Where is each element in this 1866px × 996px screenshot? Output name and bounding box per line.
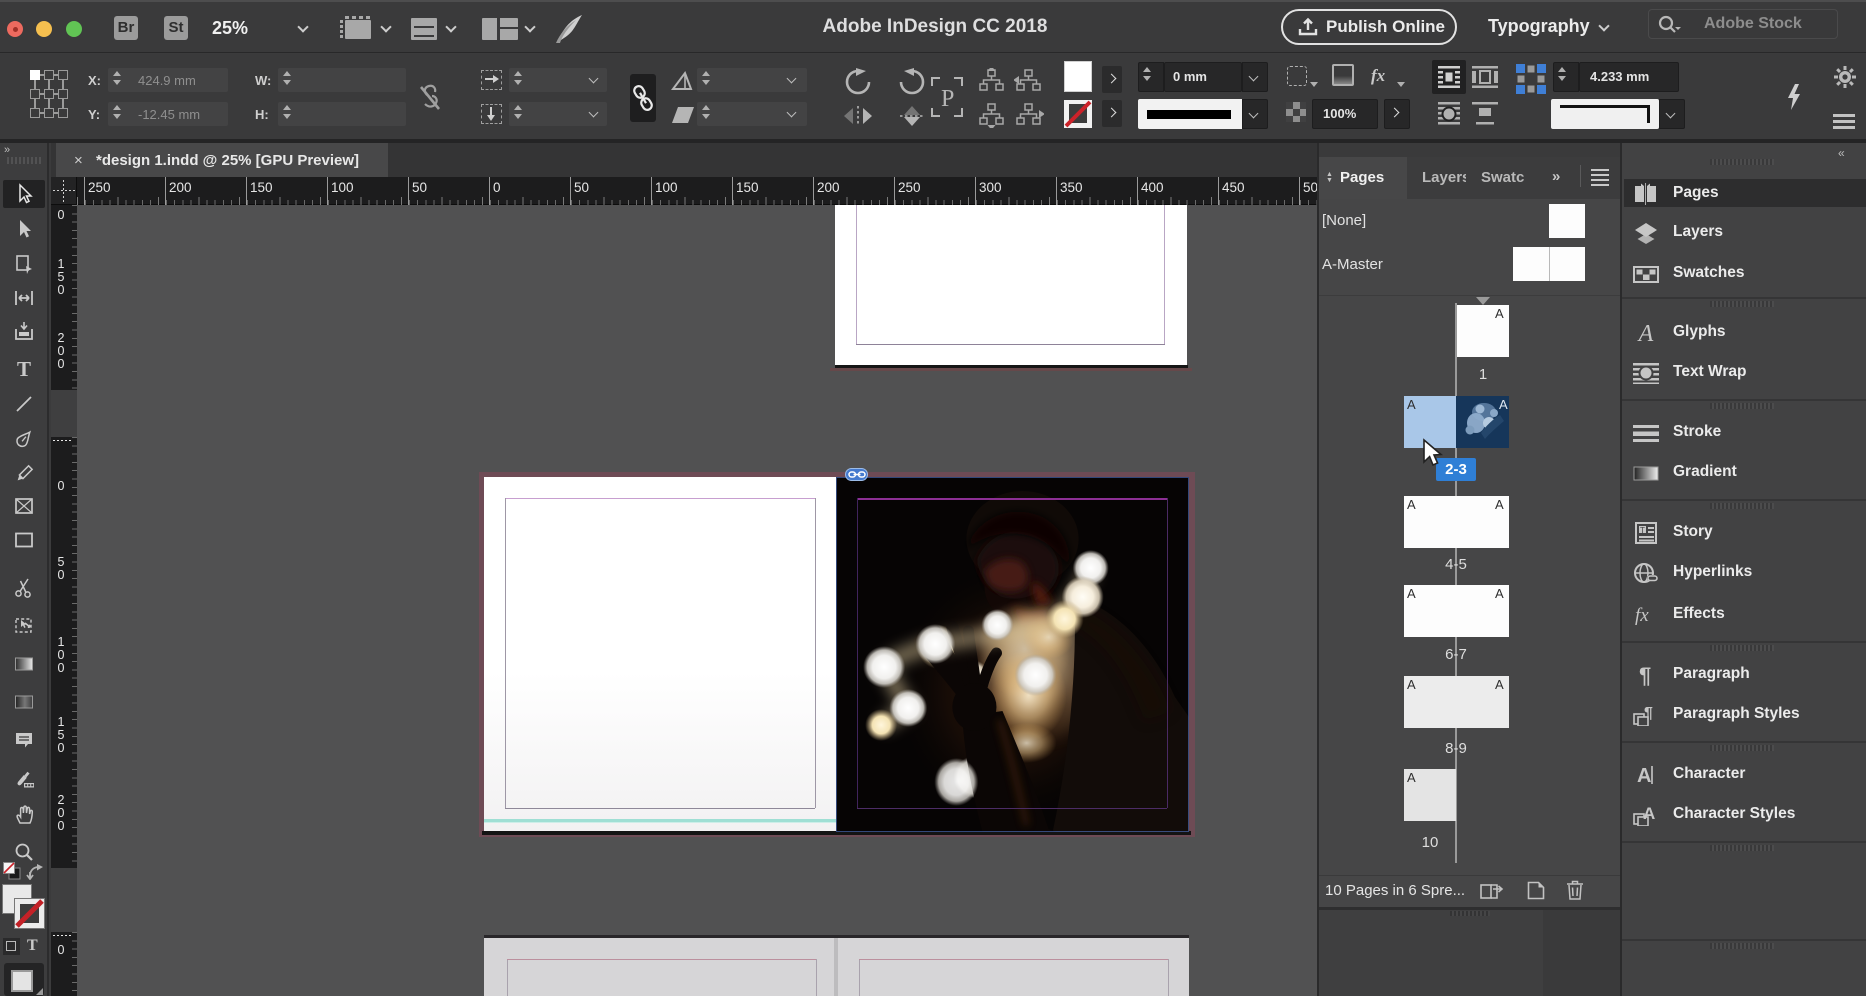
svg-text:A: A xyxy=(1637,322,1654,344)
svg-text:T: T xyxy=(1640,526,1645,535)
svg-text:T: T xyxy=(17,358,31,380)
svg-text:A: A xyxy=(1643,804,1655,823)
svg-text:¶: ¶ xyxy=(1644,705,1653,722)
svg-text:A: A xyxy=(1499,397,1508,412)
svg-text:P: P xyxy=(941,86,954,112)
svg-text:¶: ¶ xyxy=(1639,664,1651,686)
svg-text:A: A xyxy=(1637,765,1651,786)
svg-text:fx: fx xyxy=(1635,605,1649,626)
